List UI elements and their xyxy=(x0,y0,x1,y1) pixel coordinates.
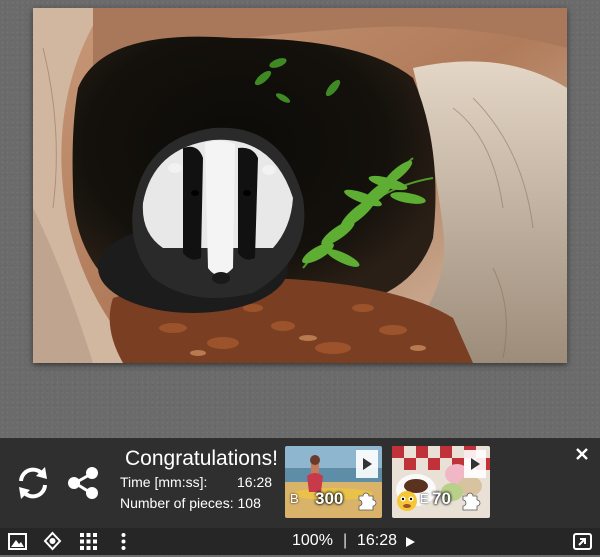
play-icon[interactable] xyxy=(405,536,416,548)
puzzle-letter: B xyxy=(290,491,299,506)
badger-picture xyxy=(33,8,567,363)
share-icon[interactable] xyxy=(66,466,100,500)
puzzle-letter: E xyxy=(420,491,429,506)
play-badge xyxy=(464,450,486,478)
restart-icon[interactable] xyxy=(14,464,52,502)
completed-puzzle-image xyxy=(33,8,567,363)
congratulations-panel: Congratulations! Time [mm:ss]: 16:28 Num… xyxy=(0,438,600,528)
time-value: 16:28 xyxy=(237,474,273,490)
timer: 16:28 xyxy=(357,532,398,549)
fullscreen-icon[interactable] xyxy=(572,531,593,552)
toolbar-divider: | xyxy=(343,532,348,549)
grid-icon[interactable] xyxy=(78,531,99,552)
next-puzzle-card[interactable]: B 300 xyxy=(285,446,382,518)
more-vert-icon[interactable] xyxy=(113,531,134,552)
image-icon[interactable] xyxy=(7,531,28,552)
bottom-toolbar: 100% | 16:28 xyxy=(0,528,600,555)
play-badge xyxy=(356,450,378,478)
zoom-level[interactable]: 100% xyxy=(292,532,333,550)
pieces-count: Number of pieces: 108 xyxy=(120,495,261,511)
puzzle-piece-icon xyxy=(462,492,481,511)
congratulations-title: Congratulations! xyxy=(125,447,278,470)
next-puzzle-card[interactable]: E 70 xyxy=(392,446,490,518)
piece-count: 70 xyxy=(432,489,451,508)
time-label: Time [mm:ss]: xyxy=(120,474,208,490)
close-icon[interactable] xyxy=(574,446,590,462)
emoji-face-icon xyxy=(397,491,417,511)
ghost-image-icon[interactable] xyxy=(42,531,63,552)
puzzle-piece-icon xyxy=(358,492,377,511)
piece-count: 300 xyxy=(315,489,344,508)
